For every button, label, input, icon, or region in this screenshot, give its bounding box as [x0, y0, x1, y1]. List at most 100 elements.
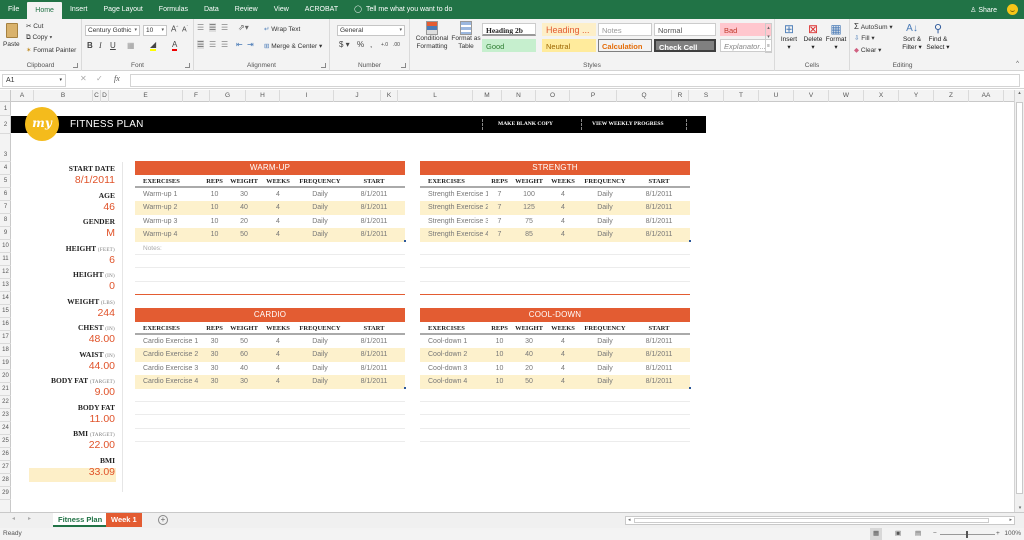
next-sheet-icon[interactable]: ▸	[28, 515, 31, 522]
column-heading[interactable]: EXERCISES	[420, 322, 488, 333]
view-weekly-progress-link[interactable]: VIEW WEEKLY PROGRESS	[592, 116, 664, 133]
sheet-tab-week-1[interactable]: Week 1	[106, 513, 142, 527]
column-heading[interactable]: FREQUENCY	[294, 175, 346, 186]
notes-line[interactable]	[420, 389, 690, 402]
table-cell[interactable]: 4	[547, 215, 579, 228]
zoom-out-button[interactable]: −	[933, 528, 937, 540]
table-cell[interactable]: 60	[226, 348, 262, 361]
column-header-s[interactable]: S	[689, 90, 724, 102]
row-header-1[interactable]: 1	[0, 102, 11, 116]
column-heading[interactable]: REPS	[488, 322, 511, 333]
table-cell[interactable]: 8/1/2011	[631, 201, 687, 214]
column-header-e[interactable]: E	[109, 90, 183, 102]
table-cell[interactable]: Daily	[579, 228, 631, 241]
increase-indent-icon[interactable]: ⇥	[247, 40, 254, 49]
notes-line[interactable]	[135, 402, 405, 416]
column-heading[interactable]: EXERCISES	[135, 322, 203, 333]
table-cell[interactable]: 8/1/2011	[631, 375, 687, 388]
table-cell[interactable]: 8/1/2011	[631, 188, 687, 201]
column-heading[interactable]: WEEKS	[262, 322, 294, 333]
zoom-in-button[interactable]: +	[996, 528, 1000, 540]
table-cell[interactable]: 8/1/2011	[346, 348, 402, 361]
table-cell[interactable]: Cardio Exercise 1	[135, 335, 203, 348]
table-cell[interactable]: 8/1/2011	[631, 362, 687, 375]
cut-button[interactable]: ✂ Cut	[26, 22, 43, 30]
column-header-t[interactable]: T	[724, 90, 759, 102]
table-cell[interactable]: 50	[226, 335, 262, 348]
column-heading[interactable]: EXERCISES	[135, 175, 203, 186]
column-header-h[interactable]: H	[246, 90, 280, 102]
increase-decimal-icon[interactable]: +.0	[381, 42, 388, 48]
find-select-button[interactable]: ⚲ Find & Select ▾	[926, 22, 950, 52]
insert-cells-button[interactable]: ⊞ Insert ▾	[779, 22, 799, 51]
dialog-launcher-icon[interactable]	[73, 63, 78, 68]
column-header-p[interactable]: P	[570, 90, 617, 102]
column-heading[interactable]: START	[346, 322, 402, 333]
column-heading[interactable]: REPS	[203, 175, 226, 186]
column-header-w[interactable]: W	[829, 90, 864, 102]
column-heading[interactable]: WEEKS	[547, 175, 579, 186]
profile-value[interactable]: 6	[109, 254, 115, 266]
column-heading[interactable]: REPS	[203, 322, 226, 333]
cell-style-calculation[interactable]: Calculation	[598, 39, 652, 52]
ribbon-tab-home[interactable]: Home	[27, 2, 62, 19]
column-heading[interactable]: WEIGHT	[226, 175, 262, 186]
notes-line[interactable]	[420, 429, 690, 443]
prev-sheet-icon[interactable]: ◂	[12, 515, 15, 522]
table-cell[interactable]: 40	[511, 348, 547, 361]
borders-icon[interactable]: ▦	[127, 41, 135, 50]
table-cell[interactable]: Daily	[579, 335, 631, 348]
table-cell[interactable]: 30	[203, 362, 226, 375]
row-header-27[interactable]: 27	[0, 461, 11, 474]
row-header-6[interactable]: 6	[0, 188, 11, 201]
make-blank-copy-link[interactable]: MAKE BLANK COPY	[498, 116, 553, 133]
underline-button[interactable]: U	[110, 41, 116, 50]
profile-value[interactable]: 9.00	[95, 386, 115, 398]
table-cell[interactable]: 4	[547, 335, 579, 348]
column-heading[interactable]: FREQUENCY	[294, 322, 346, 333]
column-header-f[interactable]: F	[183, 90, 210, 102]
notes-line[interactable]	[420, 255, 690, 269]
name-box[interactable]: A1 ▾	[2, 74, 66, 87]
ribbon-tab-formulas[interactable]: Formulas	[151, 0, 196, 19]
column-header-z[interactable]: Z	[934, 90, 969, 102]
table-resize-handle[interactable]	[689, 239, 691, 242]
table-cell[interactable]: Cardio Exercise 3	[135, 362, 203, 375]
table-cell[interactable]: 8/1/2011	[346, 362, 402, 375]
clear-button[interactable]: ◆ Clear ▾	[854, 46, 881, 54]
notes-line[interactable]: Notes:	[135, 242, 405, 255]
row-header-25[interactable]: 25	[0, 435, 11, 448]
table-cell[interactable]: Daily	[294, 375, 346, 388]
ribbon-tab-page-layout[interactable]: Page Layout	[95, 0, 150, 19]
table-cell[interactable]: Cool-down 2	[420, 348, 488, 361]
table-cell[interactable]: 10	[203, 201, 226, 214]
number-format-select[interactable]: General ▾	[337, 25, 405, 36]
format-painter-button[interactable]: ✶ Format Painter	[26, 46, 76, 54]
table-cell[interactable]: 125	[511, 201, 547, 214]
percent-button[interactable]: %	[357, 40, 364, 49]
table-cell[interactable]: Daily	[579, 362, 631, 375]
cell-style-heading[interactable]: Heading ...	[542, 23, 596, 36]
table-cell[interactable]: 50	[511, 375, 547, 388]
page-layout-view-icon[interactable]: ▣	[895, 528, 901, 540]
dialog-launcher-icon[interactable]	[185, 63, 190, 68]
row-header-12[interactable]: 12	[0, 266, 11, 279]
decrease-indent-icon[interactable]: ⇤	[236, 40, 243, 49]
column-header-q[interactable]: Q	[617, 90, 672, 102]
column-heading[interactable]: START	[631, 175, 687, 186]
table-cell[interactable]: Cardio Exercise 4	[135, 375, 203, 388]
table-cell[interactable]: 40	[226, 362, 262, 375]
notes-line[interactable]	[135, 429, 405, 443]
column-header-d[interactable]: D	[101, 90, 109, 102]
table-cell[interactable]: 4	[262, 228, 294, 241]
cell-style-neutral[interactable]: Neutral	[542, 39, 596, 52]
ribbon-tab-file[interactable]: File	[0, 0, 27, 19]
table-cell[interactable]: 7	[488, 228, 511, 241]
cell-style-normal[interactable]: Normal	[654, 23, 716, 36]
table-cell[interactable]: 10	[203, 215, 226, 228]
row-header-20[interactable]: 20	[0, 370, 11, 383]
ribbon-tab-review[interactable]: Review	[227, 0, 266, 19]
table-cell[interactable]: Daily	[579, 375, 631, 388]
profile-value[interactable]: 44.00	[89, 360, 115, 372]
table-cell[interactable]: Strength Exercise 1	[420, 188, 488, 201]
